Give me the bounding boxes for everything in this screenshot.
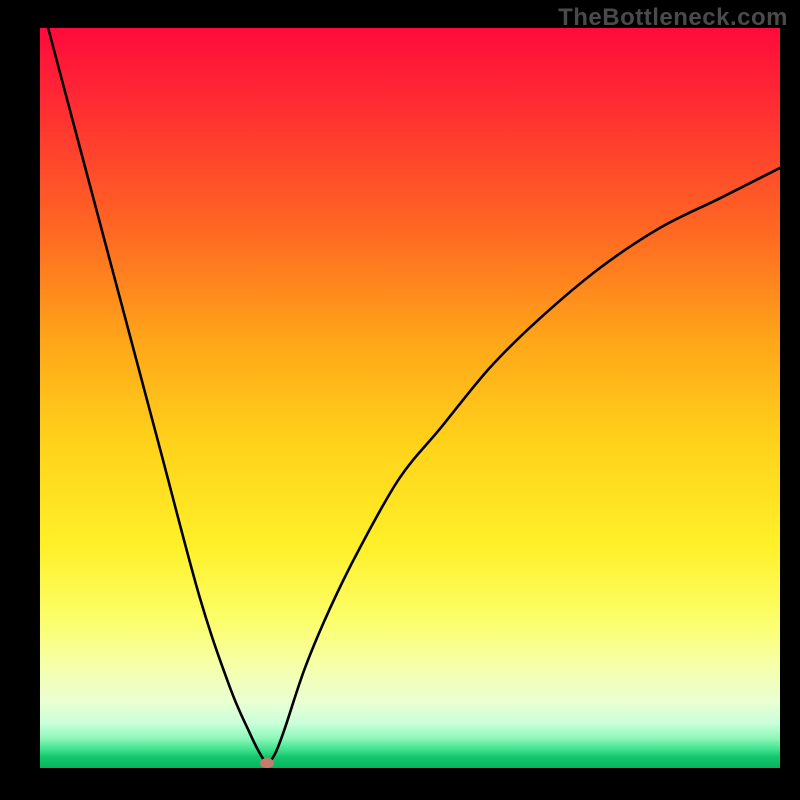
bottleneck-curve (48, 28, 780, 763)
watermark-label: TheBottleneck.com (558, 4, 788, 32)
minimum-point-marker (260, 758, 274, 768)
chart-frame: TheBottleneck.com (0, 0, 800, 800)
plot-area (40, 28, 780, 768)
curve-layer (40, 28, 780, 768)
